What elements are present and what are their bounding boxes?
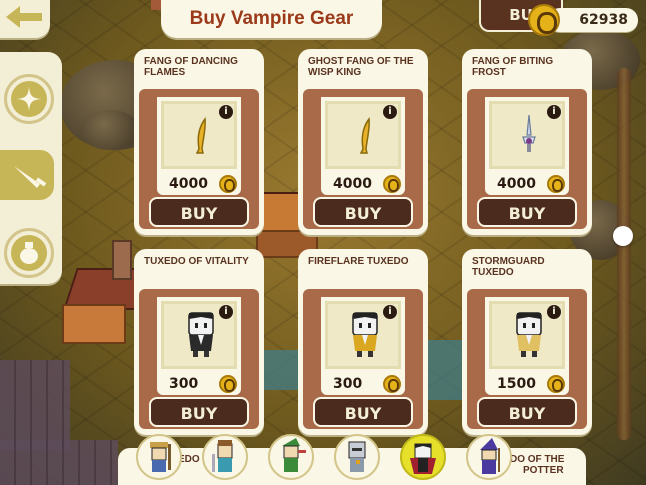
coin-icon	[219, 175, 237, 193]
character-archer-button[interactable]	[268, 434, 314, 480]
info-icon[interactable]: i	[219, 305, 233, 319]
vampire-tuxedo-icon	[352, 312, 378, 357]
buy-button[interactable]: BUY	[313, 397, 413, 427]
coin-icon	[383, 175, 401, 193]
category-sidebar	[0, 52, 62, 284]
item-price: 1500	[497, 376, 536, 392]
vampire-icon	[410, 443, 436, 474]
character-farmer-button[interactable]	[136, 434, 182, 480]
item-name: TUXEDO OF VITALITY	[144, 256, 249, 267]
currency-pill: 62938	[548, 8, 638, 32]
item-name: GHOST FANG OF THE WISP KING	[308, 56, 414, 78]
back-button[interactable]	[0, 0, 50, 38]
category-weapons-button[interactable]	[0, 150, 54, 200]
buy-button[interactable]: BUY	[477, 397, 577, 427]
title-plate: Buy Vampire Gear	[161, 0, 382, 38]
info-icon[interactable]: i	[219, 105, 233, 119]
item-name-peek: POTTER	[523, 465, 564, 476]
sparkle-icon	[17, 87, 41, 111]
house-wall	[62, 304, 126, 344]
wizard-icon	[480, 438, 500, 474]
page-title: Buy Vampire Gear	[189, 8, 354, 29]
knight-icon	[212, 440, 233, 472]
scrollbar-track[interactable]	[617, 68, 631, 440]
item-card: FANG OF BITING FROST i 4000 BUY	[462, 49, 592, 235]
item-name: FANG OF DANCING FLAMES	[144, 56, 238, 78]
price-tag: 300	[157, 373, 241, 395]
golden-fang-icon	[359, 117, 370, 154]
back-arrow-icon	[6, 6, 42, 28]
item-icon-frame[interactable]: i	[485, 297, 569, 373]
info-icon[interactable]: i	[383, 305, 397, 319]
coin-icon	[547, 375, 565, 393]
item-card: FIREFLARE TUXEDO i 300 BUY	[298, 249, 428, 435]
coin-icon	[528, 4, 560, 36]
tree	[80, 110, 140, 150]
character-vampire-button[interactable]	[400, 434, 446, 480]
price-tag: 4000	[321, 173, 405, 195]
scrollbar-thumb[interactable]	[613, 226, 633, 246]
item-card: STORMGUARD TUXEDO i 1500 BUY	[462, 249, 592, 435]
price-tag: 1500	[485, 373, 569, 395]
item-name: FANG OF BITING FROST	[472, 56, 554, 78]
info-icon[interactable]: i	[383, 105, 397, 119]
character-robot-knight-button[interactable]	[334, 434, 380, 480]
potion-icon	[20, 242, 38, 264]
farmer-icon	[150, 442, 171, 472]
sword-icon	[14, 166, 47, 188]
item-price: 4000	[497, 176, 536, 192]
item-icon-frame[interactable]: i	[485, 97, 569, 173]
item-price: 300	[333, 376, 363, 392]
item-icon-frame[interactable]: i	[321, 97, 405, 173]
item-card: FANG OF DANCING FLAMES i 4000 BUY	[134, 49, 264, 235]
house-chimney	[112, 240, 132, 280]
item-icon-frame[interactable]: i	[157, 297, 241, 373]
rock-wall	[0, 440, 118, 485]
archer-icon	[282, 438, 306, 472]
item-icon-frame[interactable]: i	[321, 297, 405, 373]
price-tag: 4000	[157, 173, 241, 195]
info-icon[interactable]: i	[547, 105, 561, 119]
currency-display: 62938	[528, 4, 638, 36]
character-wizard-button[interactable]	[466, 434, 512, 480]
item-price: 4000	[333, 176, 372, 192]
buy-button[interactable]: BUY	[149, 197, 249, 227]
buy-button[interactable]: BUY	[313, 197, 413, 227]
category-sparkle-button[interactable]	[4, 74, 54, 124]
item-name: STORMGUARD TUXEDO	[472, 256, 545, 278]
coin-icon	[547, 175, 565, 193]
rock-wall	[0, 360, 70, 450]
robot-knight-icon	[348, 441, 366, 472]
vampire-tuxedo-icon	[516, 312, 542, 357]
coin-icon	[383, 375, 401, 393]
vampire-tuxedo-icon	[188, 312, 214, 357]
category-potions-button[interactable]	[4, 228, 54, 278]
frost-fang-icon	[522, 114, 536, 152]
info-icon[interactable]: i	[547, 305, 561, 319]
golden-fang-icon	[195, 117, 206, 154]
item-name: FIREFLARE TUXEDO	[308, 256, 409, 267]
currency-amount: 62938	[579, 12, 628, 28]
coin-icon	[219, 375, 237, 393]
item-price: 300	[169, 376, 199, 392]
item-card: TUXEDO OF VITALITY i 300 BUY	[134, 249, 264, 435]
item-card: GHOST FANG OF THE WISP KING i 4000 BUY	[298, 49, 428, 235]
item-icon-frame[interactable]: i	[157, 97, 241, 173]
buy-button[interactable]: BUY	[149, 397, 249, 427]
price-tag: 4000	[485, 173, 569, 195]
price-tag: 300	[321, 373, 405, 395]
item-price: 4000	[169, 176, 208, 192]
buy-button[interactable]: BUY	[477, 197, 577, 227]
item-name-peek: DO OF THE	[510, 454, 565, 465]
character-knight-button[interactable]	[202, 434, 248, 480]
